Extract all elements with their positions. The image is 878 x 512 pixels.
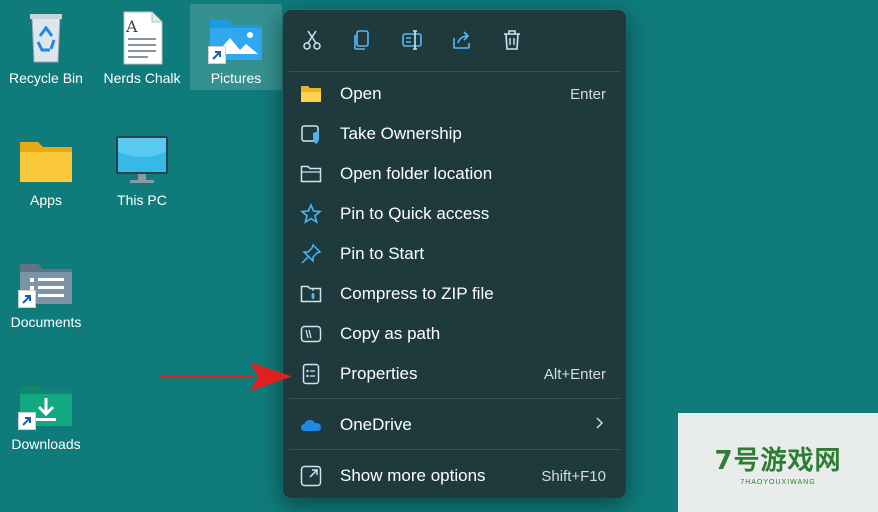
show-more-icon [299, 464, 323, 488]
menu-item-shortcut: Shift+F10 [541, 467, 606, 485]
shortcut-overlay-icon [18, 290, 36, 308]
documents-folder-icon [16, 254, 76, 310]
desktop-icon-this-pc[interactable]: This PC [96, 126, 188, 212]
zip-icon [299, 282, 323, 306]
desktop-icon-label: Documents [10, 314, 82, 330]
share-icon [453, 31, 470, 49]
copy-icon [354, 30, 369, 50]
menu-item-label: Compress to ZIP file [340, 284, 494, 303]
desktop-icon-label: Nerds Chalk [103, 70, 181, 86]
pin-icon [299, 242, 323, 266]
menu-item-show-more-options[interactable]: Show more options Shift+F10 [287, 456, 622, 496]
recycle-bin-icon [16, 10, 76, 66]
menu-item-label: Show more options [340, 466, 486, 485]
watermark-text: 7号游戏网 [714, 445, 842, 476]
menu-item-copy-as-path[interactable]: Copy as path [287, 314, 622, 354]
chevron-right-icon [594, 416, 604, 435]
watermark-subtext: 7HAOYOUXIWANG [740, 478, 816, 486]
context-menu: Open Enter Take Ownership Open folder lo… [283, 10, 626, 498]
star-icon [299, 202, 323, 226]
menu-item-take-ownership[interactable]: Take Ownership [287, 114, 622, 154]
menu-divider [289, 449, 620, 450]
desktop-icon-apps[interactable]: Apps [0, 126, 92, 212]
desktop-icon-label: This PC [117, 192, 167, 208]
monitor-icon [112, 132, 172, 188]
desktop-icon-label: Downloads [11, 436, 81, 452]
menu-item-label: OneDrive [340, 415, 412, 434]
rename-icon [402, 30, 422, 50]
menu-item-label: Open folder location [340, 164, 493, 183]
menu-item-open-folder-location[interactable]: Open folder location [287, 154, 622, 194]
properties-icon [299, 362, 323, 386]
delete-button[interactable] [497, 25, 527, 55]
cut-button[interactable] [297, 25, 327, 55]
menu-item-shortcut: Alt+Enter [543, 365, 606, 383]
copy-button[interactable] [347, 25, 377, 55]
copy-path-icon [299, 322, 323, 346]
rename-button[interactable] [397, 25, 427, 55]
menu-item-shortcut: Enter [570, 85, 606, 103]
menu-item-label: Take Ownership [340, 124, 462, 143]
menu-item-properties[interactable]: Properties Alt+Enter [287, 354, 622, 394]
menu-item-label: Pin to Quick access [340, 204, 490, 223]
desktop-icon-nerds-chalk[interactable]: A Nerds Chalk [96, 4, 188, 90]
menu-divider [289, 71, 620, 72]
shortcut-overlay-icon [208, 46, 226, 64]
menu-item-label: Copy as path [340, 324, 441, 343]
shortcut-overlay-icon [18, 412, 36, 430]
menu-divider [289, 398, 620, 399]
desktop-icon-label: Recycle Bin [9, 70, 83, 86]
text-document-icon: A [112, 10, 172, 66]
menu-item-pin-to-start[interactable]: Pin to Start [287, 234, 622, 274]
menu-item-label: Properties [340, 364, 418, 383]
desktop-icon-label: Apps [30, 192, 62, 208]
folder-open-icon [299, 82, 323, 106]
desktop-icon-label: Pictures [210, 70, 262, 86]
downloads-folder-icon [16, 376, 76, 432]
menu-item-open[interactable]: Open Enter [287, 74, 622, 114]
delete-icon [504, 30, 520, 50]
menu-item-onedrive[interactable]: OneDrive [287, 405, 622, 445]
quick-actions-bar [283, 10, 626, 70]
menu-item-compress-zip[interactable]: Compress to ZIP file [287, 274, 622, 314]
onedrive-icon [299, 413, 323, 437]
desktop-icon-downloads[interactable]: Downloads [0, 370, 92, 456]
menu-item-label: Open [340, 84, 382, 103]
cut-icon [303, 30, 321, 50]
shield-icon [299, 122, 323, 146]
folder-outline-icon [299, 162, 323, 186]
menu-item-pin-quick-access[interactable]: Pin to Quick access [287, 194, 622, 234]
desktop-icon-documents[interactable]: Documents [0, 248, 92, 334]
share-button[interactable] [447, 25, 477, 55]
desktop-icon-recycle-bin[interactable]: Recycle Bin [0, 4, 92, 90]
pictures-folder-icon [206, 10, 266, 66]
folder-icon [16, 132, 76, 188]
watermark: 7号游戏网 7HAOYOUXIWANG [678, 413, 878, 512]
desktop-icon-pictures[interactable]: Pictures [190, 4, 282, 90]
svg-text:A: A [125, 17, 138, 36]
annotation-arrow [160, 362, 292, 391]
menu-item-label: Pin to Start [340, 244, 425, 263]
